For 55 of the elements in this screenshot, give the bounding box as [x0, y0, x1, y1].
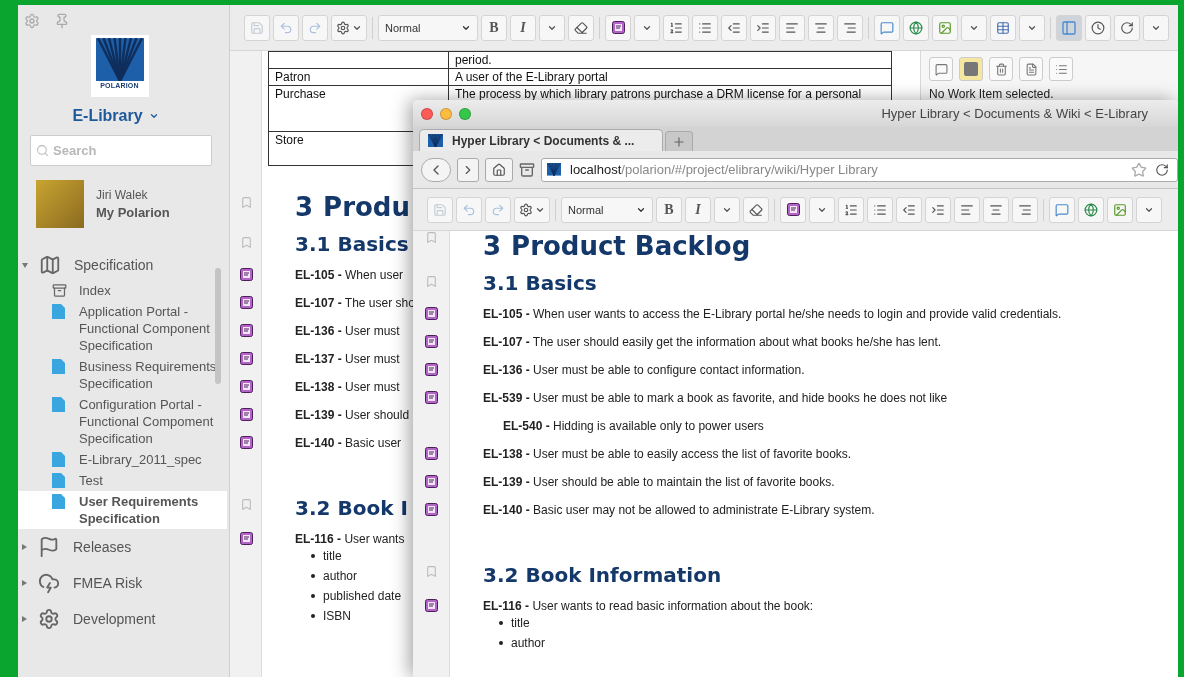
section-heading: 3.2 Book I	[295, 495, 408, 520]
table-cell: A user of the E-Library portal	[448, 68, 892, 86]
requirement-text: EL-105 - When user	[295, 268, 404, 282]
tree-item[interactable]: Releases	[73, 539, 132, 555]
bullet-text: title	[511, 616, 530, 630]
requirement-text: EL-116 - User wants to read basic information about the book:	[483, 599, 814, 613]
italic-button[interactable]: I	[685, 196, 711, 223]
tree-item[interactable]: Index	[18, 280, 227, 301]
bullet-text: ISBN	[323, 609, 351, 623]
tree-item[interactable]: Application Portal - Functional Component Specification	[18, 301, 227, 356]
browser-tab[interactable]: Hyper Library < Documents & ...	[419, 129, 663, 151]
bullet-text: author	[323, 569, 358, 583]
requirement-text: EL-140 - Basic user may not be allowed to administrate E-Library system.	[483, 503, 875, 517]
bold-button[interactable]: B	[656, 196, 682, 223]
tree-item[interactable]: E-Library_2011_spec	[18, 449, 227, 470]
tree-item[interactable]: Development	[73, 611, 156, 627]
tree-item[interactable]: User Requirements Specification	[18, 491, 227, 529]
table-cell: Patron	[268, 68, 449, 86]
requirement-text: EL-116 - User wants	[295, 532, 405, 546]
search-field[interactable]: Search	[30, 135, 212, 166]
requirement-text: EL-539 - User must be able to mark a book as favorite, and hide books he does not like	[483, 391, 948, 405]
section-heading: 3.1 Basics	[295, 231, 409, 256]
requirement-text: EL-136 - User must	[295, 324, 400, 338]
requirement-text: EL-139 - User should be able to maintain the list of favorite books.	[483, 475, 835, 489]
requirement-text: EL-540 - Hidding is available only to power users	[503, 419, 764, 433]
requirement-text: EL-105 - When user wants to access the E-Library portal he/she needs to login and provide valid credentials.	[483, 307, 1062, 321]
bullet-text: title	[323, 549, 342, 563]
section-heading: 3.1 Basics	[483, 270, 597, 295]
document-heading: 3 Produ	[295, 191, 410, 222]
user-name: Jiri Walek	[96, 188, 149, 202]
requirement-text: EL-140 - Basic user	[295, 436, 402, 450]
bullet-text: author	[511, 636, 546, 650]
my-polarion-link[interactable]: My Polarion	[96, 205, 170, 220]
document-heading: 3 Product Backlog	[483, 231, 751, 261]
tree-item[interactable]: Test	[18, 470, 227, 491]
requirement-text: EL-138 - User must	[295, 380, 400, 394]
tree-item[interactable]: Configuration Portal - Functional Compoment Specification	[18, 394, 227, 449]
project-name[interactable]: E-Library	[72, 107, 143, 125]
requirement-text: EL-137 - User must	[295, 352, 400, 366]
table-cell: period.	[448, 51, 892, 69]
bullet-text: published date	[323, 589, 402, 603]
style-select[interactable]: Normal	[378, 14, 478, 41]
tree-item[interactable]: Specification	[74, 257, 154, 273]
status-message: No Work Item selected.	[929, 87, 1054, 101]
requirement-text: EL-139 - User should	[295, 408, 410, 422]
tree-item[interactable]: Business Requirements Specification	[18, 356, 227, 394]
bold-button[interactable]: B	[481, 14, 507, 41]
requirement-text: EL-107 - The user should easily get the information about what books he/she has lent.	[483, 335, 942, 349]
requirement-text: EL-138 - User must be able to easily access the list of favorite books.	[483, 447, 852, 461]
address-field[interactable]: localhost/polarion/#/project/elibrary/wiki/Hyper Library	[541, 157, 1178, 182]
requirement-text: EL-136 - User must be able to configure contact information.	[483, 363, 805, 377]
style-select[interactable]: Normal	[561, 196, 653, 223]
italic-button[interactable]: I	[510, 14, 536, 41]
section-heading: 3.2 Book Information	[483, 562, 722, 587]
tree-item[interactable]: FMEA Risk	[73, 575, 143, 591]
